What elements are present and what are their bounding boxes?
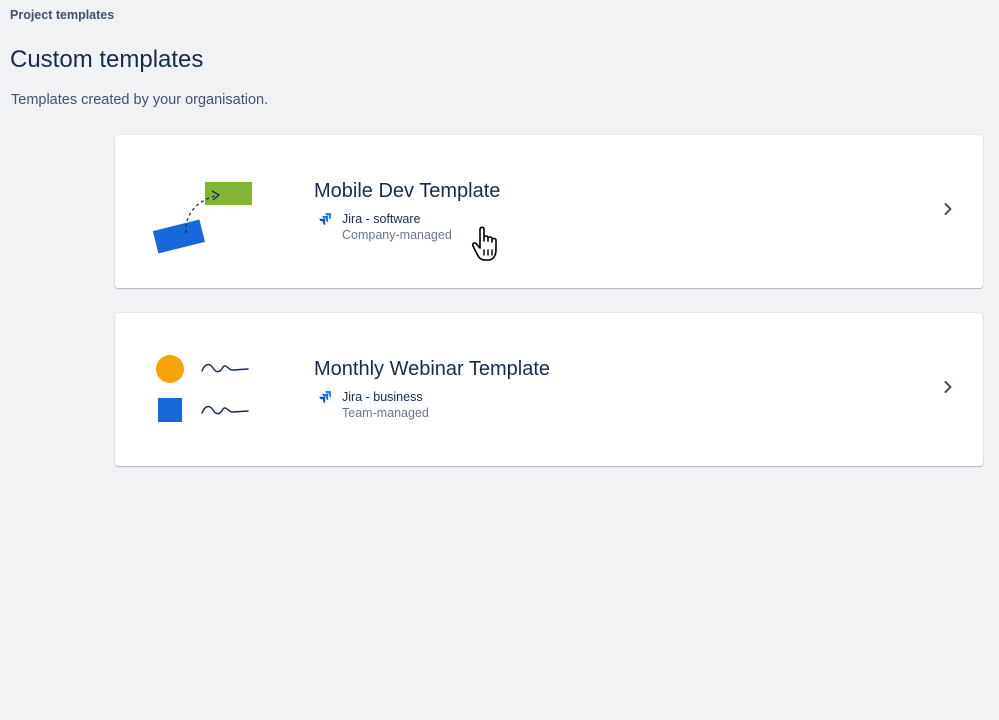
jira-icon (319, 213, 331, 225)
breadcrumb[interactable]: Project templates (10, 8, 114, 22)
product-info: Jira - business (318, 390, 423, 404)
jira-icon (319, 391, 331, 403)
product-info: Jira - software (318, 212, 421, 226)
chevron-right-icon[interactable] (941, 202, 955, 216)
product-name: Jira - software (342, 212, 421, 226)
chevron-right-icon[interactable] (941, 380, 955, 394)
template-title: Mobile Dev Template (314, 180, 501, 202)
shapes-list-illustration (156, 355, 249, 422)
template-card-monthly-webinar[interactable]: Monthly Webinar Template Jira - business… (115, 313, 983, 466)
project-management-type: Company-managed (342, 228, 452, 242)
template-title: Monthly Webinar Template (314, 358, 551, 380)
product-name: Jira - business (342, 390, 423, 404)
project-management-type: Team-managed (342, 406, 429, 420)
template-card-mobile-dev[interactable]: Mobile Dev Template Jira - software Comp… (115, 135, 983, 288)
page-description: Templates created by your organisation. (11, 92, 269, 108)
flow-diagram-illustration (152, 182, 252, 254)
page-title: Custom templates (10, 46, 204, 73)
